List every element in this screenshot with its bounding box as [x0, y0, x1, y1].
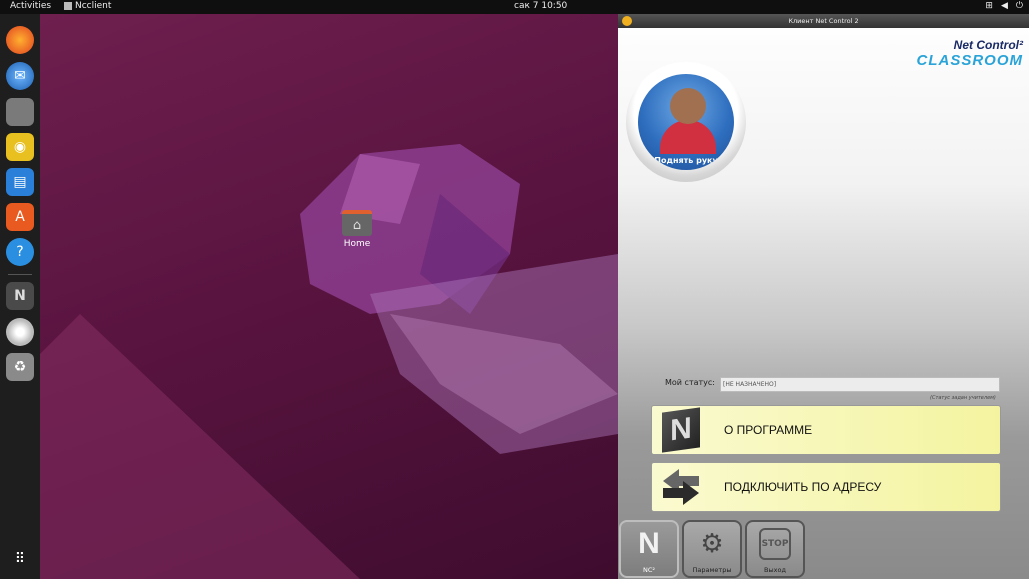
software-icon[interactable]: A: [6, 203, 34, 231]
power-icon: ⏻: [1015, 1, 1023, 11]
rhythmbox-icon[interactable]: ◉: [6, 133, 34, 161]
about-icon: N: [652, 405, 710, 455]
trash-icon[interactable]: ♻: [6, 353, 34, 381]
window-titlebar[interactable]: Клиент Net Control 2: [618, 14, 1029, 28]
status-field[interactable]: [720, 377, 1000, 392]
raise-hand-label: Поднять руку: [654, 156, 718, 165]
nc-tool-label: NC²: [642, 566, 655, 574]
firefox-icon[interactable]: [6, 26, 34, 54]
exit-tool-label: Выход: [764, 566, 786, 574]
netcontrol-logo: Net Control² CLASSROOM: [917, 38, 1024, 69]
clock[interactable]: сак 7 10:50: [514, 1, 567, 11]
settings-tool-label: Параметры: [692, 566, 732, 574]
home-desktop-icon[interactable]: ⌂ Home: [340, 210, 374, 249]
exit-tool-button[interactable]: STOP Выход: [745, 520, 805, 578]
about-button[interactable]: N О ПРОГРАММЕ: [651, 405, 1001, 455]
desktop: ⌂ Home: [40, 14, 618, 579]
status-hint: (Статус задан учителем): [930, 395, 996, 401]
person-head: [670, 88, 706, 124]
about-button-label: О ПРОГРАММЕ: [724, 423, 813, 437]
network-icon: ⊞: [985, 1, 993, 11]
dock-separator: [8, 274, 32, 275]
raise-hand-button[interactable]: Поднять руку: [626, 62, 746, 182]
connect-arrows-icon: [652, 462, 710, 512]
disc-icon[interactable]: [6, 318, 34, 346]
netcontrol-window: Клиент Net Control 2 Net Control² CLASSR…: [618, 14, 1029, 579]
top-bar: Activities Ncclient сак 7 10:50 ⊞ ◀ ⏻: [0, 0, 1029, 14]
connect-button-label: ПОДКЛЮЧИТЬ ПО АДРЕСУ: [724, 480, 882, 494]
logo-line1: Net Control²: [953, 38, 1023, 52]
volume-icon: ◀: [1000, 1, 1008, 11]
logo-line2: CLASSROOM: [916, 52, 1023, 69]
ncclient-icon[interactable]: N: [6, 282, 34, 310]
gear-icon: ⚙: [700, 529, 724, 559]
help-icon[interactable]: ?: [6, 238, 34, 266]
app-menu[interactable]: Ncclient: [64, 1, 111, 11]
raise-hand-icon: Поднять руку: [638, 74, 734, 170]
system-tray[interactable]: ⊞ ◀ ⏻: [985, 1, 1023, 11]
files-icon[interactable]: [6, 98, 34, 126]
nc-logo-icon: N: [638, 527, 660, 560]
home-label: Home: [343, 239, 371, 249]
window-title: Клиент Net Control 2: [788, 17, 859, 25]
stop-icon: STOP: [747, 522, 803, 566]
settings-tool-button[interactable]: ⚙ Параметры: [682, 520, 742, 578]
app-grid-icon[interactable]: ⠿: [6, 545, 34, 573]
ncclient-mini-icon: [64, 2, 72, 10]
dock: ✉ ◉ ▤ A ? N ♻ ⠿: [0, 14, 40, 579]
app-name: Ncclient: [75, 1, 112, 11]
connect-by-address-button[interactable]: ПОДКЛЮЧИТЬ ПО АДРЕСУ: [651, 462, 1001, 512]
writer-icon[interactable]: ▤: [6, 168, 34, 196]
thunderbird-icon[interactable]: ✉: [6, 62, 34, 90]
nc-tool-button[interactable]: N NC²: [619, 520, 679, 578]
status-label: Мой статус:: [665, 378, 715, 387]
window-close-button[interactable]: [622, 16, 632, 26]
person-body: [660, 120, 716, 154]
jellyfish-wallpaper: [40, 144, 618, 579]
home-folder-icon: ⌂: [342, 210, 372, 236]
activities-button[interactable]: Activities: [10, 1, 51, 11]
